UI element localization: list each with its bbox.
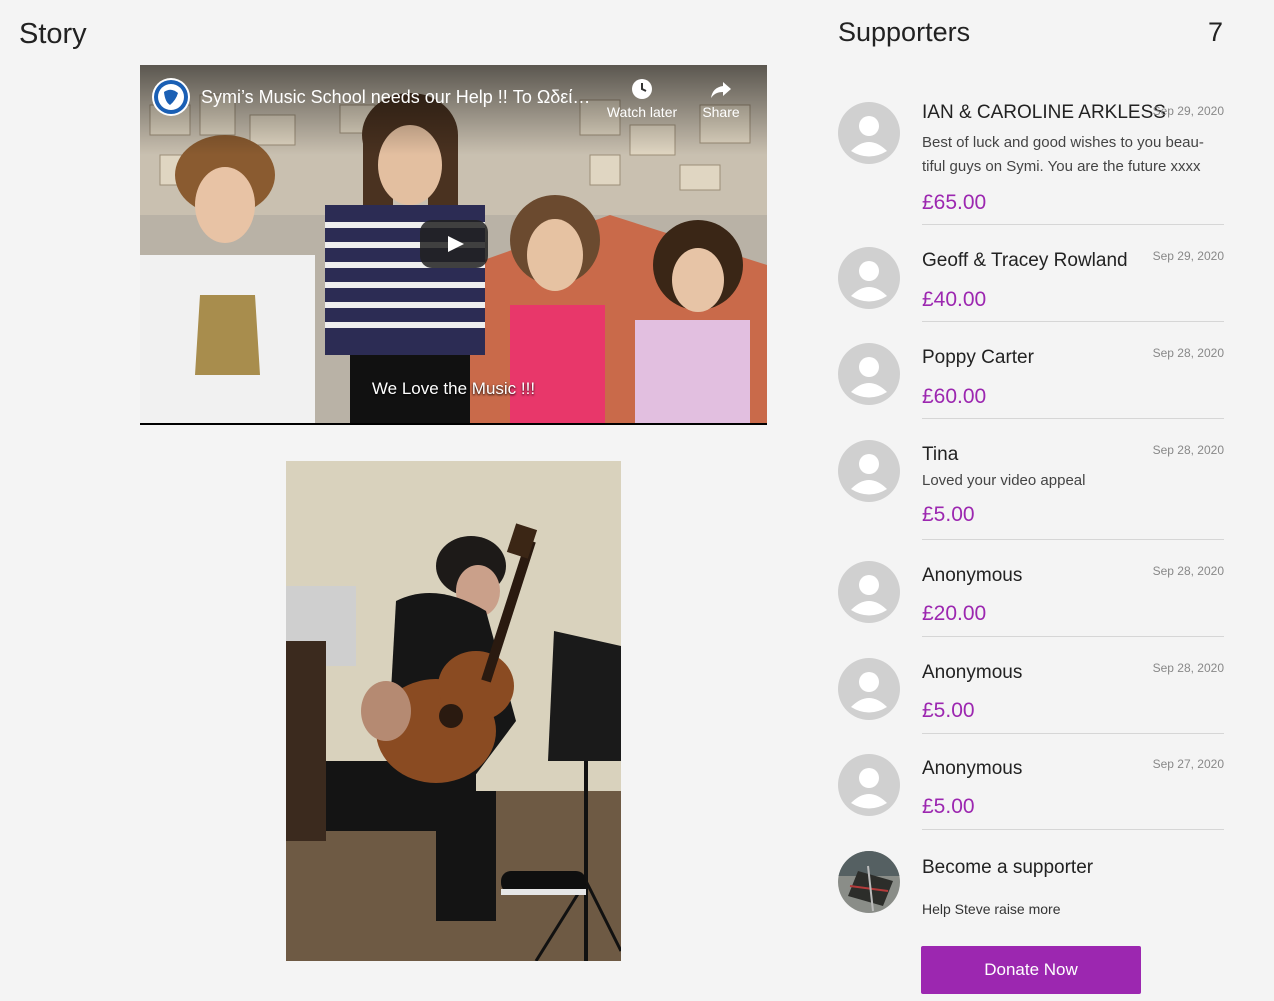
user-avatar-icon: [838, 561, 900, 623]
divider: [922, 418, 1224, 419]
story-heading: Story: [19, 18, 87, 50]
supporter-item: Poppy Carter Sep 28, 2020 £60.00: [838, 343, 1224, 420]
user-avatar-icon: [838, 102, 900, 164]
supporter-date: Sep 28, 2020: [1152, 443, 1224, 457]
become-supporter-subtitle: Help Steve raise more: [922, 901, 1061, 917]
divider: [922, 224, 1224, 225]
supporter-name: Anonymous: [922, 565, 1023, 586]
supporters-count: 7: [1207, 17, 1223, 47]
supporter-name: Anonymous: [922, 758, 1023, 779]
divider: [922, 321, 1224, 322]
share-label: Share: [702, 104, 740, 120]
user-avatar-icon: [838, 754, 900, 816]
supporter-amount: £5.00: [922, 503, 975, 526]
supporter-amount: £5.00: [922, 699, 975, 722]
supporter-date: Sep 28, 2020: [1152, 346, 1224, 360]
supporter-amount: £60.00: [922, 385, 987, 408]
supporter-name: Geoff & Tracey Rowland: [922, 250, 1128, 271]
supporter-amount: £20.00: [922, 602, 987, 625]
video-caption: We Love the Music !!!: [371, 379, 536, 398]
user-avatar-icon: [838, 658, 900, 720]
divider: [922, 829, 1224, 830]
watch-later-label: Watch later: [606, 104, 678, 120]
supporters-heading: Supporters: [838, 17, 971, 47]
supporter-message: Loved your video appeal: [922, 472, 1086, 489]
supporter-item: Anonymous Sep 27, 2020 £5.00: [838, 754, 1224, 831]
supporter-name: Tina: [922, 444, 959, 465]
divider: [922, 733, 1224, 734]
supporter-date: Sep 28, 2020: [1152, 564, 1224, 578]
supporter-date: Sep 29, 2020: [1152, 104, 1224, 118]
clock-icon: [632, 79, 652, 99]
user-avatar-icon: [838, 440, 900, 502]
campaign-thumbnail: [838, 851, 900, 913]
supporter-item: Anonymous Sep 28, 2020 £5.00: [838, 658, 1224, 735]
become-supporter-title: Become a supporter: [922, 857, 1094, 878]
donate-now-button[interactable]: Donate Now: [921, 946, 1141, 994]
supporter-item: Anonymous Sep 28, 2020 £20.00: [838, 561, 1224, 638]
share-arrow-icon: [711, 82, 731, 98]
supporter-item: Tina Sep 28, 2020 Loved your video appea…: [838, 440, 1224, 541]
channel-logo[interactable]: [152, 78, 190, 116]
video-player[interactable]: Symi’s Music School needs our Help !! Το…: [140, 65, 767, 425]
user-avatar-icon: [838, 343, 900, 405]
become-supporter-section: Become a supporter Help Steve raise more…: [838, 851, 1224, 994]
supporter-item: IAN & CAROLINE ARKLESS Sep 29, 2020 Best…: [838, 102, 1224, 227]
play-button[interactable]: [420, 220, 488, 268]
play-icon: [448, 236, 464, 252]
divider: [922, 636, 1224, 637]
guitarist-photo: [286, 461, 621, 961]
video-title[interactable]: Symi’s Music School needs our Help !! Το…: [201, 87, 596, 108]
user-avatar-icon: [838, 247, 900, 309]
watch-later-button[interactable]: Watch later: [603, 77, 681, 120]
supporter-amount: £65.00: [922, 191, 987, 214]
supporter-name: Poppy Carter: [922, 347, 1034, 368]
supporter-name: IAN & CAROLINE ARKLESS: [922, 102, 1166, 123]
supporter-date: Sep 29, 2020: [1152, 249, 1224, 263]
supporter-date: Sep 27, 2020: [1152, 757, 1224, 771]
supporter-date: Sep 28, 2020: [1152, 661, 1224, 675]
share-button[interactable]: Share: [693, 77, 749, 120]
divider: [922, 539, 1224, 540]
supporter-amount: £40.00: [922, 288, 987, 311]
supporter-name: Anonymous: [922, 662, 1023, 683]
supporter-message: Best of luck and good wishes to you beau…: [922, 134, 1204, 175]
supporter-item: Geoff & Tracey Rowland Sep 29, 2020 £40.…: [838, 247, 1224, 324]
supporter-amount: £5.00: [922, 795, 975, 818]
